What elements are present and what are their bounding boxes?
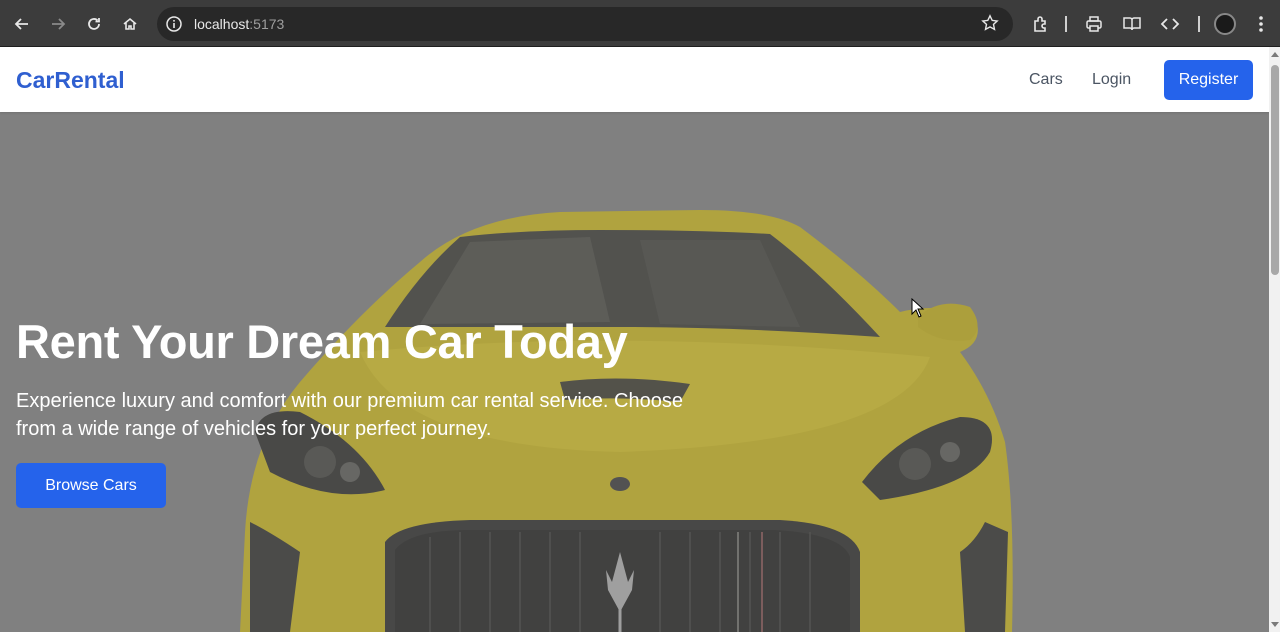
nav-link-login[interactable]: Login <box>1092 71 1131 89</box>
site-info-icon[interactable] <box>165 15 183 38</box>
forward-icon[interactable] <box>46 12 70 36</box>
brand-logo[interactable]: CarRental <box>16 67 125 94</box>
page-scrollbar[interactable] <box>1269 47 1280 632</box>
home-icon[interactable] <box>118 12 142 36</box>
reading-mode-icon[interactable] <box>1120 12 1144 36</box>
toolbar-separator <box>1065 16 1067 32</box>
bookmark-star-icon[interactable] <box>981 14 999 37</box>
register-button[interactable]: Register <box>1164 60 1253 100</box>
menu-icon[interactable] <box>1249 12 1273 36</box>
address-bar[interactable]: localhost:5173 <box>157 7 1013 41</box>
hero-overlay <box>0 112 1269 632</box>
back-icon[interactable] <box>10 12 34 36</box>
scroll-up-icon[interactable] <box>1271 51 1279 57</box>
nav-link-cars[interactable]: Cars <box>1029 71 1063 89</box>
print-icon[interactable] <box>1082 12 1106 36</box>
hero-section: Rent Your Dream Car Today Experience lux… <box>0 112 1269 632</box>
reload-icon[interactable] <box>82 12 106 36</box>
hero-title: Rent Your Dream Car Today <box>16 315 628 368</box>
profile-avatar[interactable] <box>1214 13 1236 35</box>
page-viewport: CarRental Cars Login Register Rent Your … <box>0 47 1269 632</box>
devtools-icon[interactable] <box>1158 12 1182 36</box>
site-navbar: CarRental Cars Login Register <box>0 47 1269 112</box>
browser-toolbar: localhost:5173 <box>0 0 1280 47</box>
hero-description: Experience luxury and comfort with our p… <box>16 390 683 440</box>
toolbar-separator <box>1198 16 1200 32</box>
mouse-cursor-icon <box>911 298 925 318</box>
scrollbar-thumb[interactable] <box>1271 65 1279 275</box>
extensions-icon[interactable] <box>1029 12 1053 36</box>
scroll-down-icon[interactable] <box>1271 622 1279 628</box>
url-text: localhost:5173 <box>194 16 285 32</box>
browse-cars-button[interactable]: Browse Cars <box>16 463 166 508</box>
